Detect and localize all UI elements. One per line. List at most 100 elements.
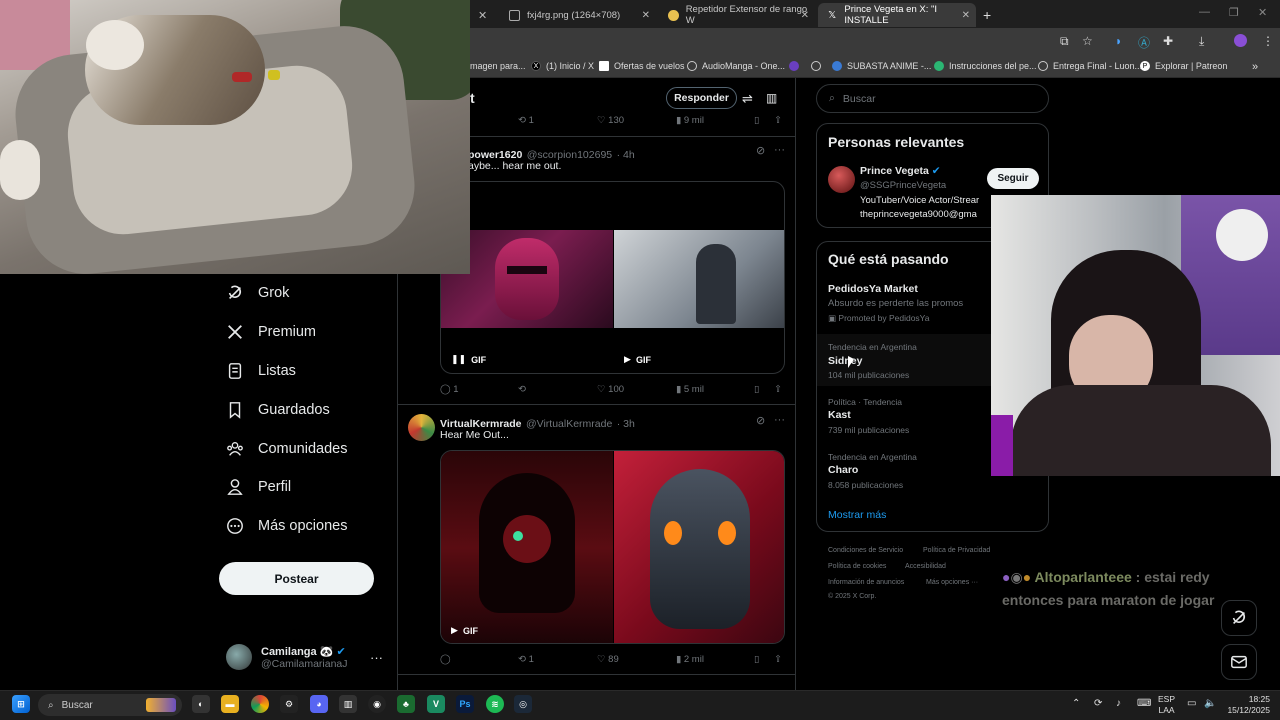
translate-extension-icon[interactable]: Ⓐ <box>1138 34 1150 51</box>
sync-icon[interactable]: ⟳ <box>1094 698 1102 709</box>
bookmark-item[interactable]: AudioManga - One... <box>687 61 785 71</box>
gif-thumbnail[interactable] <box>614 451 784 643</box>
trend-name[interactable]: PedidosYa Market <box>828 283 918 295</box>
clock[interactable]: 18:25 15/12/2025 <box>1226 694 1270 716</box>
trend-name[interactable]: Kast <box>828 409 851 421</box>
cast-icon[interactable]: ⧉ <box>1060 34 1069 49</box>
bookmark-item[interactable]: Ofertas de vuelos <box>599 61 685 71</box>
avatar[interactable] <box>828 166 855 193</box>
language-indicator[interactable]: ESP LAA <box>1158 694 1175 716</box>
tab-x-active[interactable]: 𝕏 Prince Vegeta en X: "I INSTALLE ✕ <box>818 3 976 27</box>
trend-name[interactable]: Sidney <box>828 355 862 367</box>
chrome-icon[interactable] <box>251 695 269 713</box>
app-icon[interactable]: ⚙ <box>280 695 298 713</box>
bookmark-item[interactable]: X (1) Inicio / X <box>531 61 594 71</box>
grok-icon[interactable]: ⊘ <box>756 414 765 427</box>
more-dots-icon[interactable]: ··· <box>774 144 785 156</box>
tab-repetidor[interactable]: Repetidor Extensor de rango W ✕ <box>659 3 815 27</box>
menu-dots-icon[interactable]: ⋮ <box>1262 34 1274 48</box>
bookmark-item[interactable]: Instrucciones del pe... <box>934 61 1037 71</box>
messages-fab-button[interactable] <box>1221 644 1257 680</box>
like-button[interactable]: ♡ 100 <box>597 384 624 395</box>
windows-start-icon[interactable]: ⊞ <box>12 695 30 713</box>
tray-chevron-icon[interactable]: ⌃ <box>1072 698 1080 709</box>
grok-icon[interactable]: ⊘ <box>756 144 765 157</box>
tweet-media[interactable]: ▶ GIF <box>440 450 785 644</box>
gif-badge[interactable]: ❚❚ GIF <box>451 354 486 365</box>
app-icon[interactable]: ▥ <box>339 695 357 713</box>
tab-close-icon[interactable]: ✕ <box>962 10 970 21</box>
gif-badge[interactable]: ▶ GIF <box>624 354 651 365</box>
steam-icon[interactable]: ◎ <box>514 695 532 713</box>
nav-mas-opciones[interactable]: Más opciones <box>226 517 347 535</box>
filter-icon[interactable]: ⇌ <box>742 91 753 107</box>
nav-comunidades[interactable]: Comunidades <box>226 440 347 458</box>
more-bookmarks-icon[interactable]: » <box>1252 61 1258 73</box>
footer-link[interactable]: Información de anuncios <box>828 579 904 586</box>
restore-icon[interactable]: ❐ <box>1229 6 1239 19</box>
views-button[interactable]: ▮ 2 mil <box>676 654 704 665</box>
network-icon[interactable]: ▭ <box>1187 698 1196 709</box>
obs-icon[interactable]: ◉ <box>368 695 386 713</box>
trend-name[interactable]: Charo <box>828 464 858 476</box>
keyboard-icon[interactable]: ⌨ <box>1137 698 1151 709</box>
reply-icon[interactable]: ◯ <box>440 654 451 665</box>
bookmark-item[interactable]: Entrega Final - Luon... <box>1038 61 1142 71</box>
vegas-icon[interactable]: V <box>427 695 445 713</box>
like-button[interactable]: ♡ 89 <box>597 654 619 665</box>
bookmark-button[interactable]: ▯ <box>754 384 759 395</box>
tab-close-icon[interactable]: ✕ <box>801 10 809 21</box>
gif-badge[interactable]: ▶ GIF <box>451 625 478 636</box>
tab-image[interactable]: fxj4rg.png (1264×708) ✕ <box>500 3 656 27</box>
share-icon[interactable]: ⇪ <box>774 384 782 395</box>
minimize-icon[interactable]: — <box>1199 6 1210 18</box>
tweet-author-handle[interactable]: @VirtualKermrade <box>526 418 612 430</box>
account-switcher[interactable]: Camilanga 🐼 ✔ @CamilamarianaJ <box>226 644 348 670</box>
bookmark-item[interactable]: SUBASTA ANIME -... <box>832 61 931 71</box>
tweet-time[interactable]: · 4h <box>617 149 635 161</box>
repost-button[interactable]: ⟲ 1 <box>518 654 534 665</box>
bookmark-star-icon[interactable]: ☆ <box>1082 34 1093 48</box>
close-window-icon[interactable]: ✕ <box>1258 6 1267 19</box>
gif-thumbnail[interactable] <box>614 230 784 328</box>
photoshop-icon[interactable]: Ps <box>456 695 474 713</box>
post-button[interactable]: Postear <box>219 562 374 595</box>
avatar[interactable] <box>408 414 435 441</box>
reader-view-icon[interactable]: ▥ <box>766 91 777 105</box>
views-button[interactable]: ▮ 5 mil <box>676 384 704 395</box>
bookmark-item[interactable] <box>811 61 826 71</box>
search-input[interactable]: ⌕ Buscar <box>816 84 1049 113</box>
footer-link[interactable]: Accesibilidad <box>905 563 946 570</box>
app-icon[interactable]: ♣ <box>397 695 415 713</box>
show-more-link[interactable]: Mostrar más <box>828 509 886 521</box>
tweet-time[interactable]: · 3h <box>617 418 635 430</box>
new-tab-button[interactable]: + <box>983 3 991 27</box>
bookmark-button[interactable]: ▯ <box>754 115 759 126</box>
footer-link[interactable]: Condiciones de Servicio <box>828 547 903 554</box>
footer-link[interactable]: Política de cookies <box>828 563 886 570</box>
share-icon[interactable]: ⇪ <box>774 654 782 665</box>
download-icon[interactable]: ⤓ <box>1199 34 1204 49</box>
nav-listas[interactable]: Listas <box>226 362 296 380</box>
taskbar-search[interactable]: ⌕ Buscar <box>38 694 182 716</box>
extension-icon[interactable]: ◗ <box>1115 34 1122 48</box>
extensions-puzzle-icon[interactable]: ✚ <box>1163 34 1173 48</box>
more-dots-icon[interactable]: ··· <box>774 414 785 426</box>
like-button[interactable]: ♡ 130 <box>597 115 624 126</box>
nav-guardados[interactable]: Guardados <box>226 401 330 419</box>
bookmark-item[interactable] <box>789 61 804 71</box>
file-explorer-icon[interactable]: ▬ <box>221 695 239 713</box>
bookmark-button[interactable]: ▯ <box>754 654 759 665</box>
volume-icon[interactable]: 🔈 <box>1204 698 1216 709</box>
profile-avatar-icon[interactable] <box>1234 34 1247 47</box>
mic-icon[interactable]: ♪ <box>1116 698 1121 709</box>
views-button[interactable]: ▮ 9 mil <box>676 115 704 126</box>
bookmark-item[interactable]: magen para... <box>470 61 526 71</box>
bookmark-item[interactable]: P Explorar | Patreon <box>1140 61 1227 71</box>
gif-thumbnail[interactable] <box>441 451 613 643</box>
spotify-icon[interactable]: ≋ <box>486 695 504 713</box>
tab-close-icon[interactable]: ✕ <box>642 10 650 21</box>
repost-button[interactable]: ⟲ 1 <box>518 115 534 126</box>
tab-close-icon[interactable]: ✕ <box>478 3 488 27</box>
task-view-icon[interactable]: ◐ <box>192 695 210 713</box>
